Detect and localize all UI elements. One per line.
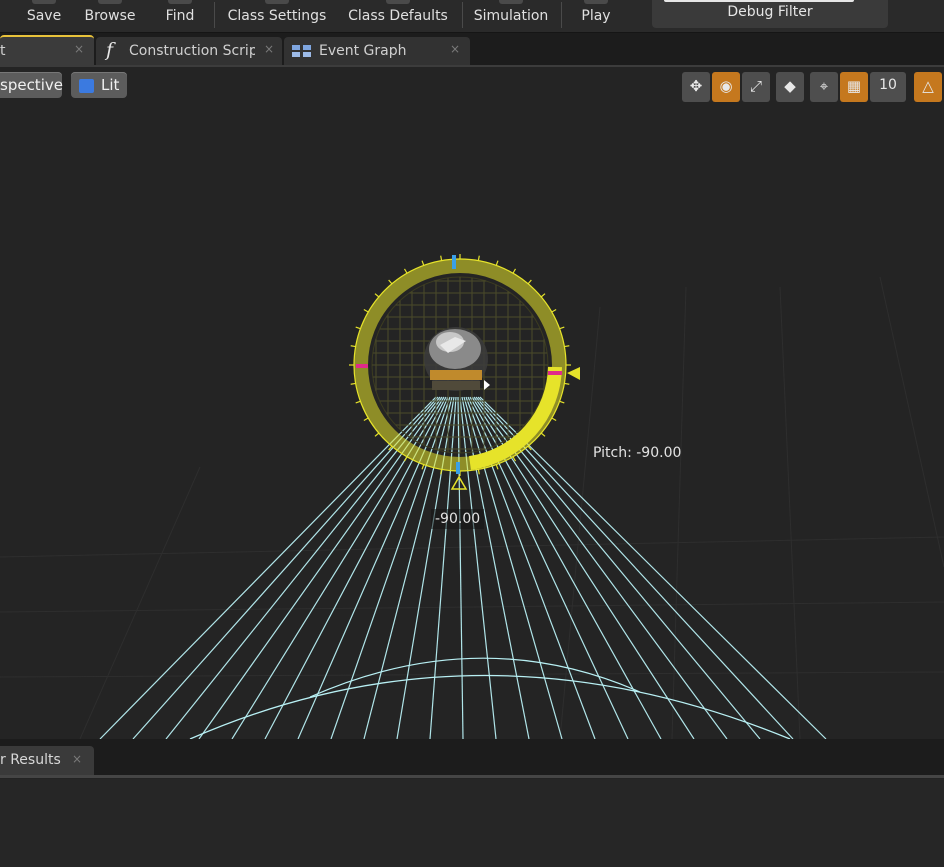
function-icon: f xyxy=(106,39,114,61)
simulation-button[interactable]: Simulation xyxy=(468,0,554,32)
gizmo-tick xyxy=(421,260,425,266)
translate-icon: ✥ xyxy=(689,77,703,95)
cone-edge-line xyxy=(429,396,457,739)
lighting-mode-button[interactable]: Lit xyxy=(71,72,127,98)
cone-edge-line xyxy=(459,396,497,739)
light-cone-wireframe xyxy=(99,396,827,739)
gizmo-tick xyxy=(559,400,565,404)
class-defaults-icon xyxy=(386,0,410,4)
find-icon xyxy=(168,0,192,4)
class-defaults-button[interactable]: Class Defaults xyxy=(342,0,454,32)
toolbar-divider xyxy=(462,2,463,28)
gizmo-tick xyxy=(540,293,546,298)
gizmo-tick xyxy=(363,308,369,313)
tab-viewport[interactable]: t × xyxy=(0,35,94,67)
gizmo-tick xyxy=(350,345,356,348)
toolbar-divider xyxy=(561,2,562,28)
tab-construction-script[interactable]: f Construction Scrip × xyxy=(96,37,282,65)
close-icon[interactable]: × xyxy=(264,42,274,56)
gizmo-tick xyxy=(440,255,443,261)
gizmo-tick xyxy=(527,279,532,285)
debug-filter-dropdown[interactable] xyxy=(664,0,854,2)
gizmo-tick xyxy=(477,255,480,261)
gizmo-tick xyxy=(374,432,380,437)
gizmo-tick xyxy=(551,417,557,422)
gizmo-tick xyxy=(564,382,570,385)
gizmo-tick xyxy=(374,293,380,298)
scale-tool-button[interactable]: ⤢ xyxy=(742,72,770,102)
save-icon xyxy=(32,0,56,4)
gizmo-tick xyxy=(564,345,570,348)
gizmo-tick xyxy=(495,464,499,470)
pitch-tick-bottom xyxy=(456,462,460,474)
save-button[interactable]: Save xyxy=(18,0,70,32)
viewport-scene[interactable] xyxy=(0,67,944,739)
grid-snap-value-dropdown[interactable]: 10 xyxy=(870,72,906,102)
gizmo-tick xyxy=(440,469,443,475)
main-toolbar: Save Browse Find Class Settings Class De… xyxy=(0,0,944,33)
view-mode-button[interactable]: spective xyxy=(0,72,63,98)
pitch-tick-top xyxy=(452,255,456,269)
spotlight-actor[interactable] xyxy=(424,327,490,391)
play-button[interactable]: Play xyxy=(572,0,620,32)
gizmo-tick xyxy=(363,417,369,422)
grid-snap-icon: ▦ xyxy=(846,77,862,95)
cone-edge-line xyxy=(99,396,437,739)
scale-icon: ⤢ xyxy=(749,77,762,95)
class-settings-icon xyxy=(265,0,289,4)
browse-icon xyxy=(98,0,122,4)
lit-cube-icon xyxy=(79,79,94,93)
class-settings-button[interactable]: Class Settings xyxy=(222,0,332,32)
world-local-toggle[interactable]: ◆ xyxy=(776,72,804,102)
event-graph-icon xyxy=(292,45,311,57)
close-icon[interactable]: × xyxy=(74,42,84,56)
world-local-icon: ◆ xyxy=(784,77,796,95)
gizmo-tick xyxy=(540,432,546,437)
find-button[interactable]: Find xyxy=(155,0,205,32)
pitch-value-label: -90.00 xyxy=(431,509,485,529)
gizmo-tick xyxy=(350,382,356,385)
bottom-tab-bar: r Results × xyxy=(0,739,944,778)
gizmo-tick xyxy=(551,308,557,313)
gizmo-tick xyxy=(477,469,480,475)
toolbar-divider xyxy=(214,2,215,28)
gizmo-tick xyxy=(512,268,517,274)
rotate-icon: ◉ xyxy=(719,77,733,95)
viewport-transform-toolbar: ✥ ◉ ⤢ ◆ ⌖ ▦ 10 △ xyxy=(682,72,944,102)
editor-tab-bar: t × f Construction Scrip × Event Graph × xyxy=(0,33,944,67)
gizmo-tick xyxy=(355,326,361,330)
cone-edge-line xyxy=(132,396,439,739)
find-results-panel xyxy=(0,779,944,867)
light-cone-mid-arc xyxy=(309,657,641,698)
tab-event-graph[interactable]: Event Graph × xyxy=(284,37,470,65)
rotation-snap-icon: △ xyxy=(922,77,934,95)
surface-snap-button[interactable]: ⌖ xyxy=(810,72,838,102)
gizmo-tick xyxy=(388,279,393,285)
gizmo-tick xyxy=(355,400,361,404)
tab-find-results[interactable]: r Results × xyxy=(0,746,94,775)
gizmo-tick xyxy=(403,268,408,274)
close-icon[interactable]: × xyxy=(72,752,82,766)
surface-snap-icon: ⌖ xyxy=(819,77,829,95)
translate-tool-button[interactable]: ✥ xyxy=(682,72,710,102)
debug-filter-label: Debug Filter xyxy=(727,4,813,20)
viewport[interactable]: spective Lit ✥ ◉ ⤢ ◆ ⌖ ▦ 10 △ Pitch: -90… xyxy=(0,67,944,739)
gizmo-tick xyxy=(403,456,408,462)
gizmo-tick xyxy=(559,326,565,330)
play-icon xyxy=(584,0,608,4)
pitch-tick-left xyxy=(356,364,368,368)
close-icon[interactable]: × xyxy=(450,42,460,56)
pitch-readout: Pitch: -90.00 xyxy=(593,445,682,461)
gizmo-tick xyxy=(495,260,499,266)
grid-snap-toggle[interactable]: ▦ xyxy=(840,72,868,102)
rotate-tool-button[interactable]: ◉ xyxy=(712,72,740,102)
simulation-icon xyxy=(499,0,523,4)
gizmo-handle-arrow[interactable] xyxy=(567,367,580,380)
browse-button[interactable]: Browse xyxy=(80,0,140,32)
rotation-snap-toggle[interactable]: △ xyxy=(914,72,942,102)
gizmo-tick xyxy=(421,464,425,470)
debug-filter[interactable]: Debug Filter xyxy=(652,0,888,28)
pitch-tick-right xyxy=(548,371,562,375)
